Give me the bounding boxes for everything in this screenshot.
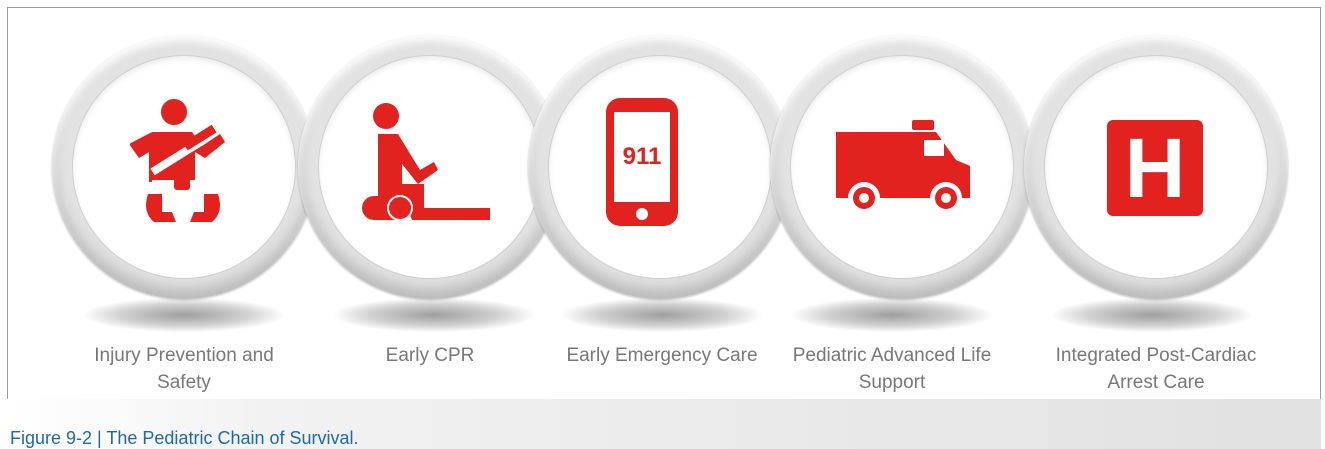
step-label-injury-prevention: Injury Prevention and Safety (94, 345, 274, 393)
ambulance-icon (836, 120, 970, 214)
ring-shadow (84, 298, 284, 332)
hospital-h-letter: H (1124, 121, 1186, 215)
step-label-post-cardiac-arrest-care: Integrated Post-Cardiac Arrest Care (1055, 345, 1257, 393)
phone-911-icon: 911 (606, 98, 678, 226)
chain-of-survival: Injury Prevention and Safety Early CPR 9… (0, 0, 1325, 449)
cpr-icon (362, 103, 490, 221)
step-label-early-emergency-care: Early Emergency Care (566, 345, 758, 366)
infant-car-seat-icon (130, 99, 225, 222)
ring-shadow (334, 298, 534, 332)
step-label-early-cpr: Early CPR (385, 345, 475, 366)
figure-caption: Figure 9-2 | The Pediatric Chain of Surv… (10, 428, 359, 448)
ring-shadow (1052, 298, 1252, 332)
phone-911-text: 911 (622, 143, 662, 170)
hospital-icon: H (1107, 120, 1203, 216)
ring-shadow (792, 298, 992, 332)
ring-shadow (562, 298, 762, 332)
phone-home-button (636, 208, 648, 220)
step-label-pals: Pediatric Advanced Life Support (792, 345, 992, 393)
